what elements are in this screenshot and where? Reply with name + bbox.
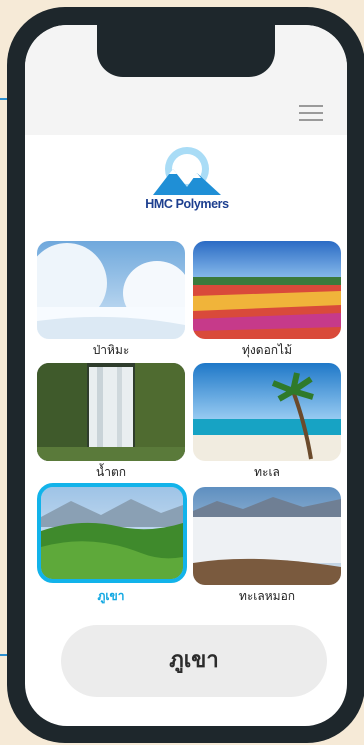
tile-waterfall[interactable] [37, 363, 185, 461]
tile-label: ทะเล [254, 465, 280, 479]
phone-frame: HMC Polymers ป่าหิมะ ทุ่งดอกไม้ น้ำตก ทะ… [7, 7, 364, 743]
waterfall-image [37, 363, 185, 461]
tile-flower-field[interactable] [193, 241, 341, 339]
tile-snow-forest[interactable] [37, 241, 185, 339]
tile-label: น้ำตก [96, 465, 126, 479]
mountain-image [41, 487, 183, 579]
tile-label: ป่าหิมะ [92, 343, 130, 357]
logo-text: HMC Polymers [145, 197, 229, 211]
brand-logo: HMC Polymers [135, 145, 239, 217]
snow-forest-image [37, 241, 185, 339]
menu-icon[interactable] [299, 105, 323, 121]
selected-place-button[interactable]: ภูเขา [61, 625, 327, 697]
tile-sea-of-mist[interactable] [193, 487, 341, 585]
phone-notch [97, 25, 275, 77]
logo-mark-icon [153, 147, 221, 195]
tile-label: ทุ่งดอกไม้ [242, 343, 292, 357]
flower-field-image [193, 241, 341, 339]
tile-label-selected: ภูเขา [97, 589, 125, 603]
tile-beach[interactable] [193, 363, 341, 461]
tile-label: ทะเลหมอก [238, 589, 296, 603]
phone-screen: HMC Polymers ป่าหิมะ ทุ่งดอกไม้ น้ำตก ทะ… [25, 25, 347, 726]
sea-of-mist-image [193, 487, 341, 585]
beach-image [193, 363, 341, 461]
tile-mountain[interactable] [37, 483, 187, 583]
